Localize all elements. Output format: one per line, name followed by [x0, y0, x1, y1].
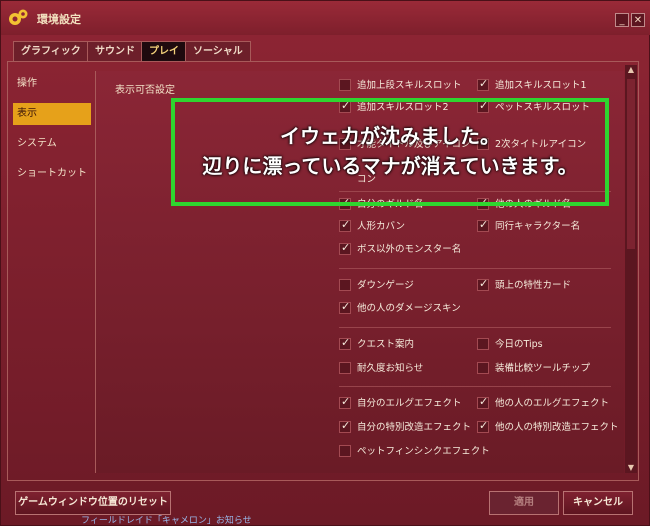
option-label: ダウンゲージ: [357, 280, 414, 291]
window-title: 環境設定: [37, 13, 81, 26]
cancel-button[interactable]: キャンセル: [563, 491, 633, 515]
section-label: 表示可否設定: [115, 85, 175, 96]
scroll-up-icon[interactable]: ▲: [625, 65, 637, 75]
option-label: 装備比較ツールチップ: [495, 363, 591, 374]
sidebar-item-system[interactable]: システム: [13, 133, 91, 155]
option-label: 他の人の特別改造エフェクト: [495, 422, 619, 433]
checkbox[interactable]: ✓: [339, 218, 351, 232]
minimize-icon: _: [619, 15, 625, 26]
option-label: ボス以外のモンスター名: [357, 244, 462, 255]
option-label: 他の人のダメージスキン: [357, 303, 461, 314]
tab-graphics[interactable]: グラフィック: [13, 41, 89, 61]
check-icon: ✓: [479, 277, 489, 290]
divider: [339, 386, 611, 387]
option-label: 同行キャラクター名: [495, 221, 581, 232]
checkbox[interactable]: ✓: [477, 395, 489, 409]
option-label: 他の人のエルグエフェクト: [495, 398, 610, 409]
checkbox[interactable]: [339, 362, 351, 374]
check-icon: ✓: [479, 77, 489, 90]
sidebar-item-controls[interactable]: 操作: [13, 73, 91, 95]
option-label: ペットフィンシンクエフェクト: [357, 446, 490, 457]
check-icon: ✓: [341, 336, 351, 349]
checkbox[interactable]: [477, 338, 489, 350]
tab-social[interactable]: ソーシャル: [185, 41, 251, 61]
checkbox[interactable]: [339, 279, 351, 291]
gear-logo-icon: [9, 9, 28, 25]
check-icon: ✓: [341, 241, 351, 254]
option-label: 今日のTips: [495, 339, 543, 350]
option-label: 耐久度お知らせ: [357, 363, 424, 374]
close-button[interactable]: ✕: [631, 13, 645, 27]
divider: [339, 327, 611, 328]
checkbox[interactable]: ✓: [339, 241, 351, 255]
checkbox[interactable]: [339, 79, 351, 91]
checkbox[interactable]: ✓: [477, 419, 489, 433]
option-label: 追加スキルスロット1: [495, 80, 587, 91]
checkbox[interactable]: ✓: [477, 218, 489, 232]
option-label: 人形カバン: [357, 221, 405, 232]
settings-window: 環境設定 _ ✕ グラフィック サウンド プレイ ソーシャル 操作 表示 システ…: [0, 0, 650, 526]
scroll-down-icon[interactable]: ▼: [625, 463, 637, 473]
check-icon: ✓: [479, 218, 489, 231]
reset-window-position-button[interactable]: ゲームウィンドウ位置のリセット: [15, 491, 171, 515]
option-label: 自分の特別改造エフェクト: [357, 422, 472, 433]
option-label: 自分のエルグエフェクト: [357, 398, 462, 409]
divider: [339, 268, 611, 269]
check-icon: ✓: [341, 395, 351, 408]
background-chat-text: フィールドレイド「キャメロン」お知らせ: [81, 516, 252, 526]
checkbox[interactable]: ✓: [477, 77, 489, 91]
notification-line-2: 辺りに漂っているマナが消えていきます。: [202, 154, 578, 178]
scrollbar[interactable]: ▲ ▼: [625, 65, 637, 473]
check-icon: ✓: [479, 395, 489, 408]
minimize-button[interactable]: _: [615, 13, 629, 27]
notification-line-1: イウェカが沈みました。: [280, 124, 500, 148]
check-icon: ✓: [479, 419, 489, 432]
checkbox[interactable]: ✓: [339, 419, 351, 433]
close-icon: ✕: [633, 15, 643, 26]
check-icon: ✓: [341, 300, 351, 313]
checkbox[interactable]: [339, 445, 351, 457]
tab-sound[interactable]: サウンド: [87, 41, 143, 61]
checkbox[interactable]: [477, 362, 489, 374]
option-label: 追加上段スキルスロット: [357, 80, 462, 91]
scroll-thumb[interactable]: [627, 79, 635, 249]
checkbox[interactable]: ✓: [339, 336, 351, 350]
check-icon: ✓: [341, 218, 351, 231]
check-icon: ✓: [341, 419, 351, 432]
checkbox[interactable]: ✓: [339, 300, 351, 314]
sidebar-item-display[interactable]: 表示: [13, 103, 91, 125]
checkbox[interactable]: ✓: [339, 395, 351, 409]
sidebar-item-shortcut[interactable]: ショートカット: [13, 163, 91, 185]
tab-play[interactable]: プレイ: [141, 41, 187, 61]
checkbox[interactable]: ✓: [477, 277, 489, 291]
title-bar[interactable]: 環境設定 _ ✕: [1, 1, 650, 35]
option-label: クエスト案内: [357, 339, 415, 350]
apply-button[interactable]: 適用: [489, 491, 559, 515]
option-label: 頭上の特性カード: [495, 280, 572, 291]
notification-overlay: イウェカが沈みました。 辺りに漂っているマナが消えていきます。: [171, 98, 609, 206]
